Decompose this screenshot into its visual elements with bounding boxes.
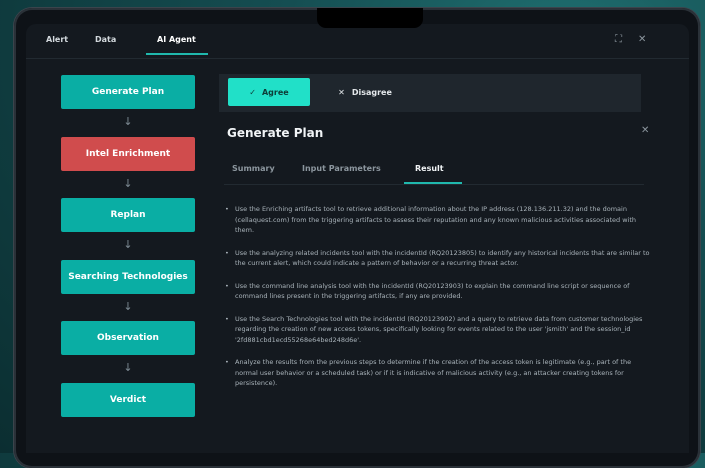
active-tab-indicator <box>146 53 208 55</box>
subtab-input-parameters[interactable]: Input Parameters <box>302 164 381 173</box>
result-item: • Use the analyzing related incidents too… <box>225 248 650 268</box>
panel-close-icon[interactable]: ✕ <box>641 125 649 136</box>
x-icon: ✕ <box>338 87 345 97</box>
flow-arrow-icon: ↓ <box>123 177 133 190</box>
bullet-icon: • <box>225 314 229 323</box>
tab-data[interactable]: Data <box>95 35 116 44</box>
flow-arrow-icon: ↓ <box>123 300 133 313</box>
bullet-icon: • <box>225 205 229 213</box>
flow-step-searching-technologies[interactable]: Searching Technologies <box>61 260 195 294</box>
flow-step-generate-plan[interactable]: Generate Plan <box>61 75 195 109</box>
result-list: • Use the Enriching artifacts tool to ret… <box>225 204 655 401</box>
result-item: • Use the command line analysis tool with… <box>225 281 630 301</box>
expand-icon[interactable]: ⛶ <box>615 34 622 45</box>
top-tab-bar: Alert Data AI Agent ⛶ ✕ <box>26 24 689 59</box>
check-icon: ✓ <box>249 87 256 97</box>
disagree-button[interactable]: ✕ Disagree <box>325 78 405 106</box>
flow-step-replan[interactable]: Replan <box>61 198 195 232</box>
result-item: • Use the Enriching artifacts tool to ret… <box>225 205 637 234</box>
bullet-icon: • <box>225 281 229 290</box>
bullet-icon: • <box>225 248 229 257</box>
close-icon[interactable]: ✕ <box>638 34 646 45</box>
result-item: • Analyze the results from the previous s… <box>225 358 632 387</box>
result-item: • Use the Search Technologies tool with t… <box>225 314 643 344</box>
flow-arrow-icon: ↓ <box>123 238 133 251</box>
flow-arrow-icon: ↓ <box>123 115 133 128</box>
agree-button[interactable]: ✓ Agree <box>228 78 310 106</box>
app-window: Alert Data AI Agent ⛶ ✕ Generate Plan ↓ … <box>26 24 689 453</box>
bullet-icon: • <box>225 358 229 366</box>
subtab-result[interactable]: Result <box>415 164 444 173</box>
panel-title: Generate Plan <box>227 126 324 140</box>
active-subtab-indicator <box>404 182 462 184</box>
disagree-label: Disagree <box>351 87 392 97</box>
agree-label: Agree <box>261 87 289 97</box>
feedback-bar: ✓ Agree ✕ Disagree <box>219 74 641 112</box>
tab-ai-agent[interactable]: AI Agent <box>157 35 196 44</box>
flow-step-observation[interactable]: Observation <box>61 321 195 355</box>
flow-arrow-icon: ↓ <box>123 361 133 374</box>
tab-alert[interactable]: Alert <box>46 35 68 44</box>
subtab-summary[interactable]: Summary <box>232 164 275 173</box>
flow-step-intel-enrichment[interactable]: Intel Enrichment <box>61 137 195 171</box>
subtab-divider <box>224 184 644 185</box>
flow-step-verdict[interactable]: Verdict <box>61 383 195 417</box>
device-notch <box>317 8 423 28</box>
